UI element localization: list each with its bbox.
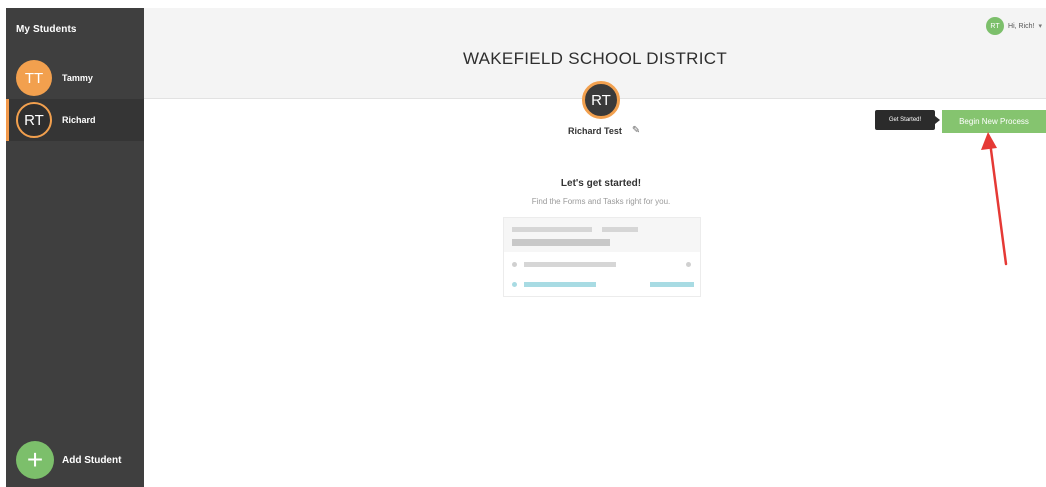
pencil-icon[interactable]: ✎: [632, 125, 640, 136]
illustration-dot: [512, 282, 517, 287]
avatar: TT: [16, 60, 52, 96]
illustration-bar: [524, 282, 596, 287]
app-page: My Students TT Tammy RT Richard + Add St…: [0, 0, 1046, 487]
chevron-down-icon: ▾: [1038, 23, 1042, 30]
add-student-button[interactable]: + Add Student: [16, 441, 121, 479]
get-started-tooltip: Get Started!: [875, 110, 940, 130]
illustration-bar: [524, 262, 616, 267]
user-avatar: RT: [986, 17, 1005, 35]
user-menu[interactable]: RT Hi, Rich! ▾: [986, 17, 1042, 35]
plus-icon: +: [16, 441, 54, 479]
empty-state-subtitle: Find the Forms and Tasks right for you.: [531, 197, 671, 206]
illustration-bar: [512, 239, 610, 246]
illustration-dot: [686, 262, 691, 267]
sidebar-item-richard[interactable]: RT Richard: [6, 99, 144, 141]
empty-state-title: Let's get started!: [560, 178, 642, 189]
illustration-header: [504, 218, 700, 252]
profile-avatar: RT: [582, 81, 620, 119]
student-name: Richard: [62, 115, 96, 125]
sidebar: My Students TT Tammy RT Richard + Add St…: [6, 8, 144, 487]
illustration-bar: [602, 227, 638, 232]
page-title: WAKEFIELD SCHOOL DISTRICT: [462, 49, 728, 68]
student-profile-name: Richard Test ✎: [568, 125, 640, 136]
illustration-bar: [650, 282, 694, 287]
user-greeting: Hi, Rich!: [1008, 22, 1035, 30]
profile-name-text: Richard Test: [568, 125, 622, 136]
illustration-bar: [512, 227, 592, 232]
empty-state-illustration: [503, 217, 701, 297]
avatar: RT: [16, 102, 52, 138]
illustration-dot: [512, 262, 517, 267]
sidebar-title: My Students: [16, 24, 77, 35]
add-student-label: Add Student: [62, 454, 122, 466]
student-name: Tammy: [62, 73, 93, 83]
sidebar-item-tammy[interactable]: TT Tammy: [6, 57, 144, 99]
